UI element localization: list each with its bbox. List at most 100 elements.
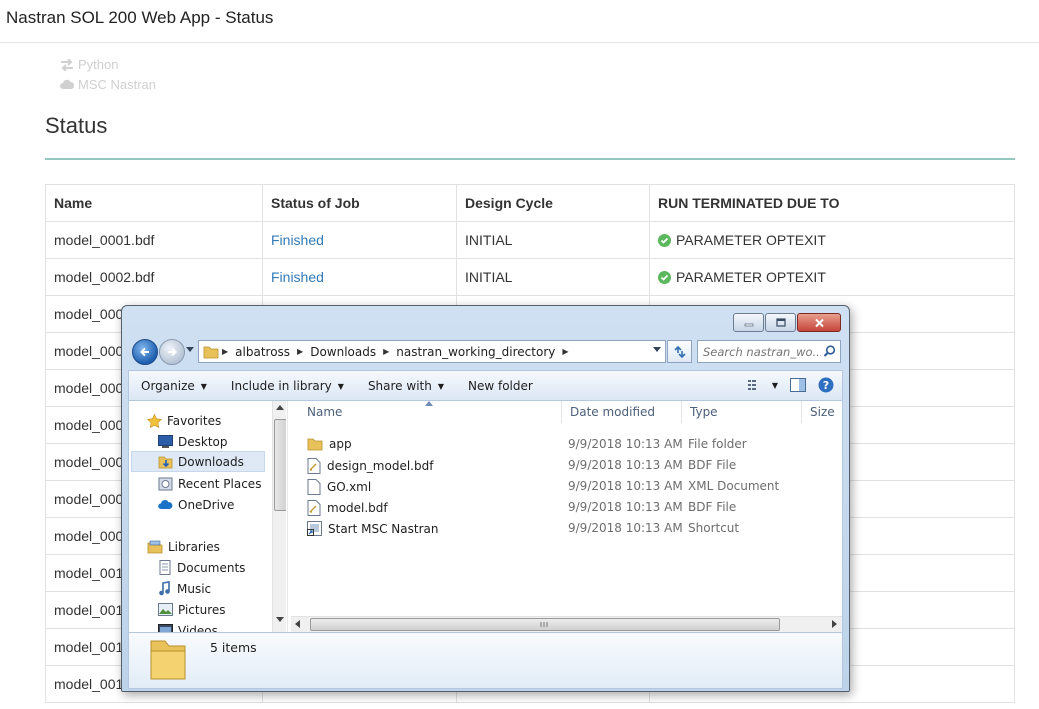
table-row: model_0002.bdf Finished INITIAL PARAMETE… — [45, 258, 1015, 296]
nav-item-libraries[interactable]: Libraries — [147, 536, 220, 557]
nav-link-python[interactable]: Python — [60, 55, 156, 75]
page-heading: Status — [45, 113, 108, 138]
breadcrumb-downloads[interactable]: Downloads — [306, 345, 380, 359]
close-icon — [814, 318, 824, 327]
downloads-folder-icon — [158, 456, 173, 468]
column-header-size[interactable]: Size — [802, 401, 849, 423]
nav-item-music-label: Music — [177, 581, 212, 596]
back-button[interactable] — [132, 339, 158, 365]
column-header-date-modified[interactable]: Date modified — [562, 401, 682, 423]
nav-item-documents[interactable]: Documents — [158, 557, 245, 578]
cloud-icon — [60, 79, 74, 89]
nav-item-pictures-label: Pictures — [178, 602, 226, 617]
nav-item-pictures[interactable]: Pictures — [158, 599, 226, 620]
close-button[interactable] — [797, 313, 841, 332]
check-circle-icon — [658, 270, 671, 284]
breadcrumb-separator-icon: ▶ — [297, 347, 304, 356]
nav-item-libraries-label: Libraries — [168, 539, 220, 554]
organize-label: Organize — [141, 379, 195, 393]
status-link[interactable]: Finished — [271, 232, 324, 248]
details-view-icon — [747, 380, 756, 390]
address-dropdown-icon[interactable] — [653, 347, 661, 353]
bdf-file-icon — [307, 500, 321, 516]
nav-item-videos[interactable]: Videos — [158, 620, 218, 632]
column-header-type-label: Type — [690, 405, 718, 419]
nav-link-msc-nastran[interactable]: MSC Nastran — [60, 75, 156, 95]
new-folder-button[interactable]: New folder — [456, 379, 545, 393]
breadcrumb-nastran-working-directory[interactable]: nastran_working_directory — [392, 345, 559, 359]
address-bar[interactable]: ▶ albatross ▶ Downloads ▶ nastran_workin… — [198, 340, 666, 363]
help-icon[interactable]: ? — [818, 377, 834, 393]
sort-ascending-icon — [425, 401, 433, 406]
refresh-button[interactable] — [667, 340, 692, 363]
details-pane: 5 items — [128, 632, 843, 689]
history-dropdown-icon[interactable] — [186, 347, 194, 353]
app-nav: Python MSC Nastran — [60, 55, 156, 95]
new-folder-label: New folder — [468, 379, 533, 393]
breadcrumb-albatross[interactable]: albatross — [231, 345, 294, 359]
nav-item-recent-places[interactable]: Recent Places — [158, 473, 261, 494]
navigation-scrollbar[interactable] — [272, 401, 286, 632]
file-row[interactable]: GO.xml 9/9/2018 10:13 AM XML Document — [291, 476, 842, 497]
nav-item-onedrive-label: OneDrive — [178, 497, 235, 512]
navigation-scroll-thumb[interactable] — [274, 419, 286, 511]
file-type: Shortcut — [688, 521, 740, 535]
scroll-left-icon[interactable] — [295, 620, 301, 628]
arrow-right-icon — [168, 347, 177, 357]
heading-divider — [45, 158, 1015, 160]
file-type: BDF File — [688, 458, 737, 472]
nav-item-downloads[interactable]: Downloads — [131, 451, 265, 472]
file-name-text: app — [329, 437, 352, 451]
column-header-status: Status of Job — [262, 184, 457, 222]
column-header-terminated: RUN TERMINATED DUE TO — [649, 184, 1015, 222]
column-header-type[interactable]: Type — [682, 401, 802, 423]
file-row[interactable]: design_model.bdf 9/9/2018 10:13 AM BDF F… — [291, 455, 842, 476]
maximize-icon — [775, 318, 786, 327]
nav-item-desktop[interactable]: Desktop — [158, 431, 228, 452]
explorer-window: ▶ albatross ▶ Downloads ▶ nastran_workin… — [121, 305, 850, 692]
status-link[interactable]: Finished — [271, 269, 324, 285]
column-header-design-cycle: Design Cycle — [456, 184, 650, 222]
chevron-down-icon: ▼ — [337, 381, 344, 391]
file-row[interactable]: app 9/9/2018 10:13 AM File folder — [291, 434, 842, 455]
preview-pane-icon[interactable] — [790, 378, 806, 392]
exchange-icon — [61, 59, 73, 71]
search-input[interactable] — [698, 344, 826, 359]
nav-item-music[interactable]: Music — [158, 578, 211, 599]
column-header-name[interactable]: Name — [291, 401, 562, 423]
column-header-name-label: Name — [307, 405, 343, 419]
pictures-icon — [158, 603, 173, 616]
file-date: 9/9/2018 10:13 AM — [568, 479, 683, 493]
search-box[interactable] — [697, 340, 841, 363]
file-row[interactable]: Start MSC Nastran 9/9/2018 10:13 AM Shor… — [291, 518, 842, 539]
horizontal-scrollbar[interactable] — [291, 616, 842, 632]
breadcrumb-separator-icon: ▶ — [562, 347, 569, 356]
maximize-button[interactable] — [765, 313, 796, 332]
onedrive-cloud-icon — [158, 500, 173, 509]
forward-button[interactable] — [159, 339, 185, 365]
bdf-file-icon — [307, 458, 321, 474]
view-controls: ▼ ? — [747, 377, 834, 393]
nav-item-onedrive[interactable]: OneDrive — [158, 494, 234, 515]
shortcut-icon — [307, 521, 322, 536]
scroll-down-icon[interactable] — [276, 617, 284, 623]
nav-link-python-label: Python — [78, 57, 119, 72]
file-name: model.bdf — [307, 500, 388, 516]
terminated-text: PARAMETER OPTEXIT — [676, 269, 826, 285]
nav-link-msc-nastran-label: MSC Nastran — [78, 77, 157, 92]
scroll-right-icon[interactable] — [832, 620, 838, 628]
videos-icon — [158, 624, 173, 632]
horizontal-scroll-thumb[interactable] — [310, 618, 780, 631]
share-with-menu[interactable]: Share with ▼ — [356, 379, 456, 393]
file-row[interactable]: model.bdf 9/9/2018 10:13 AM BDF File — [291, 497, 842, 518]
include-in-library-menu[interactable]: Include in library ▼ — [219, 379, 356, 393]
scroll-up-icon[interactable] — [276, 405, 284, 411]
organize-menu[interactable]: Organize ▼ — [129, 379, 219, 393]
minimize-icon — [744, 323, 753, 326]
minimize-button[interactable] — [733, 313, 764, 332]
content-area: Favorites Desktop Downloads Recent Place… — [128, 400, 843, 633]
nav-item-favorites[interactable]: Favorites — [147, 410, 221, 431]
change-view-button[interactable]: ▼ — [747, 379, 778, 391]
documents-icon — [159, 560, 171, 575]
breadcrumb-separator-icon: ▶ — [383, 347, 390, 356]
